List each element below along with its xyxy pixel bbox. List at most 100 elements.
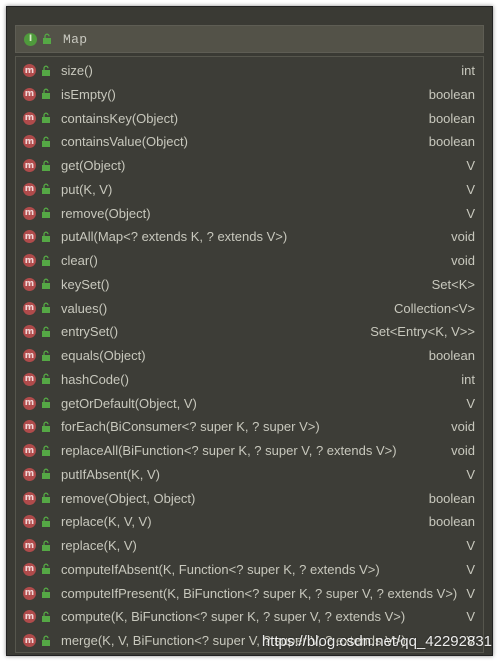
method-row[interactable]: m keySet() Set<K> [16, 273, 483, 296]
method-icon: m [23, 64, 36, 77]
method-name: remove(Object, Object) [61, 490, 196, 506]
lock-icon [40, 611, 52, 623]
lock-icon [40, 587, 52, 599]
method-icon: m [23, 325, 36, 339]
lock-icon [40, 445, 52, 457]
lock-icon [40, 516, 52, 528]
lock-icon [40, 183, 52, 195]
method-icon: m [23, 491, 36, 505]
lock-icon [40, 350, 52, 362]
method-name: computeIfAbsent(K, Function<? super K, ?… [61, 561, 380, 577]
return-type: V [466, 466, 475, 482]
interface-icon: I [24, 32, 37, 46]
method-name: isEmpty() [61, 86, 116, 102]
return-type: Collection<V> [394, 300, 475, 316]
method-row[interactable]: m putIfAbsent(K, V) V [16, 463, 483, 486]
method-row[interactable]: m get(Object) V [16, 154, 483, 177]
method-name: computeIfPresent(K, BiFunction<? super K… [61, 585, 458, 601]
lock-icon [40, 136, 52, 148]
method-name: forEach(BiConsumer<? super K, ? super V>… [61, 419, 320, 435]
method-icon: m [23, 444, 36, 457]
method-row[interactable]: m remove(Object) V [16, 202, 483, 225]
lock-icon [40, 540, 52, 552]
return-type: V [466, 205, 475, 221]
method-row[interactable]: m containsKey(Object) boolean [16, 107, 483, 130]
method-icon: m [23, 467, 36, 481]
method-icon: m [23, 539, 36, 552]
method-icon: m [23, 254, 36, 267]
method-icon: m [23, 396, 36, 410]
lock-icon [40, 160, 52, 172]
class-title: Map [63, 31, 88, 47]
lock-icon [40, 635, 52, 647]
method-row[interactable]: m size() int [16, 59, 483, 82]
method-icon: m [23, 87, 36, 101]
return-type: boolean [428, 348, 475, 363]
lock-icon [40, 563, 52, 575]
method-name: clear() [61, 253, 98, 268]
method-name: replaceAll(BiFunction<? super K, ? super… [61, 443, 397, 458]
lock-icon [40, 255, 52, 267]
method-row[interactable]: m containsValue(Object) boolean [16, 130, 483, 153]
method-icon: m [23, 634, 36, 647]
method-icon: m [23, 111, 36, 125]
method-row[interactable]: m computeIfPresent(K, BiFunction<? super … [16, 582, 483, 605]
return-type: V [466, 395, 475, 411]
method-row[interactable]: m putAll(Map<? extends K, ? extends V>) vo… [16, 225, 483, 248]
method-row[interactable]: m replaceAll(BiFunction<? super K, ? supe… [16, 439, 483, 462]
method-icon: m [23, 182, 36, 196]
method-row[interactable]: m replace(K, V, V) boolean [16, 510, 483, 533]
method-name: equals(Object) [61, 348, 146, 363]
return-type: boolean [428, 110, 475, 126]
lock-icon [40, 231, 52, 243]
method-name: putIfAbsent(K, V) [61, 466, 160, 482]
return-type: Set<Entry<K, V>> [370, 324, 475, 340]
method-name: keySet() [61, 276, 110, 292]
method-name: containsValue(Object) [61, 134, 188, 150]
return-type: void [451, 253, 475, 268]
method-name: getOrDefault(Object, V) [61, 395, 197, 411]
method-name: values() [61, 300, 108, 316]
method-row[interactable]: m computeIfAbsent(K, Function<? super K, … [16, 558, 483, 581]
return-type: void [451, 443, 475, 458]
lock-icon [40, 302, 52, 314]
return-type: V [466, 538, 475, 553]
lock-icon [40, 112, 52, 124]
return-type: int [461, 371, 475, 387]
method-row[interactable]: m getOrDefault(Object, V) V [16, 392, 483, 415]
method-name: entrySet() [61, 324, 119, 340]
method-row[interactable]: m clear() void [16, 249, 483, 272]
method-name: containsKey(Object) [61, 110, 179, 126]
return-type: V [466, 609, 475, 625]
method-row[interactable]: m put(K, V) V [16, 178, 483, 201]
method-row[interactable]: m replace(K, V) V [16, 534, 483, 557]
return-type: V [466, 585, 475, 601]
return-type: boolean [428, 134, 475, 150]
return-type: V [466, 561, 475, 577]
method-icon: m [23, 277, 36, 291]
method-row[interactable]: m hashCode() int [16, 368, 483, 391]
return-type: int [461, 63, 475, 78]
return-type: Set<K> [431, 276, 475, 292]
method-icon: m [23, 372, 36, 386]
method-row[interactable]: m values() Collection<V> [16, 297, 483, 320]
class-header[interactable]: I Map [15, 25, 484, 53]
method-row[interactable]: m remove(Object, Object) boolean [16, 487, 483, 510]
return-type: boolean [428, 490, 475, 506]
method-row[interactable]: m equals(Object) boolean [16, 344, 483, 367]
method-name: remove(Object) [61, 205, 151, 221]
method-row[interactable]: m compute(K, BiFunction<? super K, ? supe… [16, 605, 483, 628]
lock-icon [40, 88, 52, 100]
method-icon: m [23, 206, 36, 220]
method-icon: m [23, 586, 36, 600]
method-icon: m [23, 159, 36, 172]
method-icon: m [23, 562, 36, 576]
method-list: m size() int m isEmpty() boolean m containsKey(… [15, 56, 484, 653]
method-row[interactable]: m isEmpty() boolean [16, 83, 483, 106]
method-row[interactable]: m entrySet() Set<Entry<K, V>> [16, 320, 483, 343]
method-name: put(K, V) [61, 181, 113, 197]
method-row[interactable]: m forEach(BiConsumer<? super K, ? super V… [16, 415, 483, 438]
lock-icon [40, 65, 52, 77]
return-type: V [466, 181, 475, 197]
lock-icon [40, 492, 52, 504]
